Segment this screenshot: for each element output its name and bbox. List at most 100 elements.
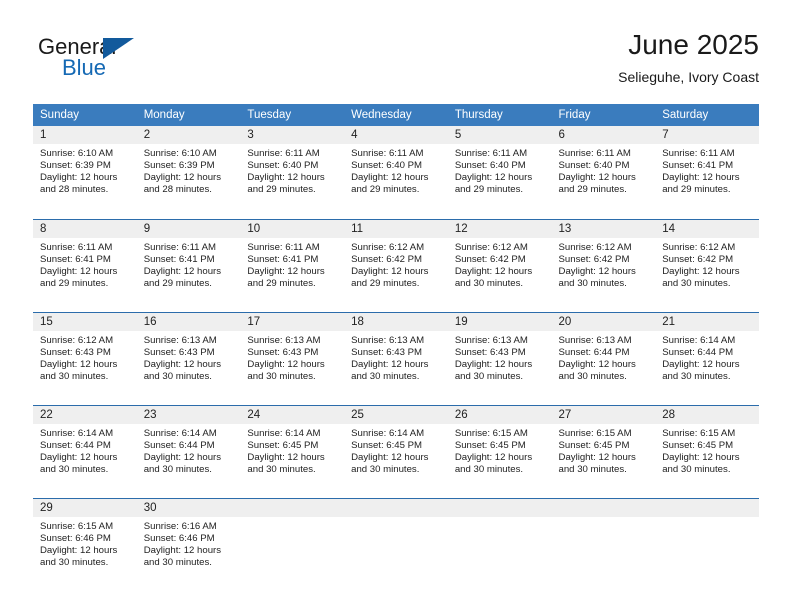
day-details: Sunrise: 6:11 AM Sunset: 6:40 PM Dayligh… [448, 144, 552, 196]
daylight-text-line1: Daylight: 12 hours [40, 265, 118, 277]
day-cell[interactable]: 16 Sunrise: 6:13 AM Sunset: 6:43 PM Dayl… [136, 311, 241, 405]
sunset-text: Sunset: 6:46 PM [40, 532, 111, 544]
day-cell[interactable]: 19 Sunrise: 6:13 AM Sunset: 6:43 PM Dayl… [447, 311, 552, 405]
day-details: Sunrise: 6:14 AM Sunset: 6:45 PM Dayligh… [240, 424, 344, 476]
day-number: 1 [33, 126, 137, 144]
day-number: 26 [447, 405, 552, 424]
daylight-text-line1: Daylight: 12 hours [558, 451, 636, 463]
daylight-text-line2: and 30 minutes. [454, 370, 524, 382]
day-details: Sunrise: 6:12 AM Sunset: 6:42 PM Dayligh… [448, 238, 552, 290]
day-cell[interactable]: 24 Sunrise: 6:14 AM Sunset: 6:45 PM Dayl… [240, 404, 345, 498]
daylight-text-line1: Daylight: 12 hours [662, 172, 740, 184]
day-number: 6 [551, 126, 656, 144]
daylight-text-line1: Daylight: 12 hours [247, 265, 325, 277]
day-number: 27 [551, 405, 656, 424]
day-cell[interactable]: 22 Sunrise: 6:14 AM Sunset: 6:44 PM Dayl… [33, 404, 137, 498]
daylight-text-line1: Daylight: 12 hours [143, 451, 222, 463]
calendar-body: 1 Sunrise: 6:10 AM Sunset: 6:39 PM Dayli… [33, 126, 759, 591]
day-details: Sunrise: 6:14 AM Sunset: 6:44 PM Dayligh… [137, 424, 241, 476]
daylight-text-line2: and 29 minutes. [40, 277, 109, 289]
daylight-text-line2: and 30 minutes. [40, 556, 109, 568]
day-cell[interactable]: 23 Sunrise: 6:14 AM Sunset: 6:44 PM Dayl… [136, 404, 241, 498]
sunset-text: Sunset: 6:43 PM [143, 346, 215, 358]
day-details: Sunrise: 6:12 AM Sunset: 6:42 PM Dayligh… [552, 238, 656, 290]
day-cell[interactable]: 12 Sunrise: 6:12 AM Sunset: 6:42 PM Dayl… [447, 218, 552, 312]
day-cell[interactable]: 25 Sunrise: 6:14 AM Sunset: 6:45 PM Dayl… [344, 404, 448, 498]
general-blue-logo[interactable]: General Blue [33, 34, 203, 92]
day-cell[interactable]: 10 Sunrise: 6:11 AM Sunset: 6:41 PM Dayl… [240, 218, 345, 312]
day-details: Sunrise: 6:12 AM Sunset: 6:42 PM Dayligh… [344, 238, 448, 290]
sunrise-text: Sunrise: 6:14 AM [143, 427, 217, 439]
daylight-text-line2: and 29 minutes. [247, 277, 316, 289]
daylight-text-line2: and 30 minutes. [143, 463, 212, 475]
day-cell[interactable]: 5 Sunrise: 6:11 AM Sunset: 6:40 PM Dayli… [447, 126, 552, 219]
daylight-text-line2: and 30 minutes. [351, 370, 420, 382]
day-cell[interactable]: 9 Sunrise: 6:11 AM Sunset: 6:41 PM Dayli… [136, 218, 241, 312]
day-cell[interactable]: 11 Sunrise: 6:12 AM Sunset: 6:42 PM Dayl… [344, 218, 448, 312]
daylight-text-line1: Daylight: 12 hours [247, 172, 325, 184]
day-details: Sunrise: 6:15 AM Sunset: 6:45 PM Dayligh… [448, 424, 552, 476]
day-cell[interactable]: 2 Sunrise: 6:10 AM Sunset: 6:39 PM Dayli… [136, 126, 241, 219]
daylight-text-line1: Daylight: 12 hours [454, 265, 533, 277]
day-number: 17 [240, 312, 345, 331]
day-cell[interactable]: 1 Sunrise: 6:10 AM Sunset: 6:39 PM Dayli… [33, 126, 137, 219]
sunset-text: Sunset: 6:39 PM [143, 160, 215, 172]
weekday-header-row: Sunday Monday Tuesday Wednesday Thursday… [33, 104, 759, 126]
weekday-header-monday: Monday [136, 104, 241, 126]
sunset-text: Sunset: 6:46 PM [143, 532, 215, 544]
day-number [551, 498, 656, 517]
day-cell[interactable]: 7 Sunrise: 6:11 AM Sunset: 6:41 PM Dayli… [655, 126, 759, 219]
day-details: Sunrise: 6:14 AM Sunset: 6:44 PM Dayligh… [33, 424, 137, 476]
sunset-text: Sunset: 6:45 PM [662, 439, 734, 451]
day-cell[interactable]: 20 Sunrise: 6:13 AM Sunset: 6:44 PM Dayl… [551, 311, 656, 405]
sunset-text: Sunset: 6:45 PM [351, 439, 423, 451]
day-cell[interactable]: 29 Sunrise: 6:15 AM Sunset: 6:46 PM Dayl… [33, 497, 137, 591]
day-cell[interactable]: 28 Sunrise: 6:15 AM Sunset: 6:45 PM Dayl… [655, 404, 759, 498]
sunrise-text: Sunrise: 6:12 AM [351, 241, 425, 253]
day-cell[interactable]: 8 Sunrise: 6:11 AM Sunset: 6:41 PM Dayli… [33, 218, 137, 312]
day-number: 20 [551, 312, 656, 331]
day-details: Sunrise: 6:15 AM Sunset: 6:45 PM Dayligh… [552, 424, 656, 476]
daylight-text-line2: and 29 minutes. [143, 277, 212, 289]
daylight-text-line1: Daylight: 12 hours [40, 172, 118, 184]
sunrise-text: Sunrise: 6:15 AM [454, 427, 528, 439]
week-row: 15 Sunrise: 6:12 AM Sunset: 6:43 PM Dayl… [33, 311, 759, 405]
day-cell[interactable]: 26 Sunrise: 6:15 AM Sunset: 6:45 PM Dayl… [447, 404, 552, 498]
day-details: Sunrise: 6:11 AM Sunset: 6:40 PM Dayligh… [344, 144, 448, 196]
daylight-text-line1: Daylight: 12 hours [662, 451, 740, 463]
day-cell[interactable]: 13 Sunrise: 6:12 AM Sunset: 6:42 PM Dayl… [551, 218, 656, 312]
day-number: 14 [655, 219, 759, 238]
day-cell[interactable]: 6 Sunrise: 6:11 AM Sunset: 6:40 PM Dayli… [551, 126, 656, 219]
day-cell[interactable]: 14 Sunrise: 6:12 AM Sunset: 6:42 PM Dayl… [655, 218, 759, 312]
sunset-text: Sunset: 6:44 PM [662, 346, 734, 358]
day-cell[interactable]: 18 Sunrise: 6:13 AM Sunset: 6:43 PM Dayl… [344, 311, 448, 405]
weekday-header-wednesday: Wednesday [344, 104, 448, 126]
sunrise-text: Sunrise: 6:15 AM [40, 520, 114, 532]
day-cell[interactable]: 21 Sunrise: 6:14 AM Sunset: 6:44 PM Dayl… [655, 311, 759, 405]
day-cell-empty [551, 497, 656, 591]
day-cell[interactable]: 17 Sunrise: 6:13 AM Sunset: 6:43 PM Dayl… [240, 311, 345, 405]
sunrise-text: Sunrise: 6:13 AM [247, 334, 321, 346]
day-cell[interactable]: 3 Sunrise: 6:11 AM Sunset: 6:40 PM Dayli… [240, 126, 345, 219]
page-header: General Blue June 2025 Selieguhe, Ivory … [33, 28, 759, 94]
daylight-text-line2: and 30 minutes. [454, 463, 524, 475]
day-cell[interactable]: 27 Sunrise: 6:15 AM Sunset: 6:45 PM Dayl… [551, 404, 656, 498]
daylight-text-line2: and 30 minutes. [662, 370, 731, 382]
daylight-text-line2: and 28 minutes. [143, 184, 212, 196]
title-block: June 2025 Selieguhe, Ivory Coast [618, 28, 759, 86]
day-cell[interactable]: 30 Sunrise: 6:16 AM Sunset: 6:46 PM Dayl… [136, 497, 241, 591]
day-number: 30 [136, 498, 241, 517]
weekday-header-friday: Friday [551, 104, 656, 126]
day-cell[interactable]: 15 Sunrise: 6:12 AM Sunset: 6:43 PM Dayl… [33, 311, 137, 405]
day-number: 8 [33, 219, 137, 238]
sunset-text: Sunset: 6:44 PM [143, 439, 215, 451]
day-details: Sunrise: 6:11 AM Sunset: 6:41 PM Dayligh… [137, 238, 241, 290]
day-number: 23 [136, 405, 241, 424]
daylight-text-line1: Daylight: 12 hours [454, 358, 533, 370]
day-details [655, 517, 759, 521]
day-details: Sunrise: 6:13 AM Sunset: 6:43 PM Dayligh… [137, 331, 241, 383]
logo-triangle-icon [103, 38, 134, 59]
day-details: Sunrise: 6:14 AM Sunset: 6:45 PM Dayligh… [344, 424, 448, 476]
day-cell[interactable]: 4 Sunrise: 6:11 AM Sunset: 6:40 PM Dayli… [344, 126, 448, 219]
daylight-text-line1: Daylight: 12 hours [454, 172, 533, 184]
